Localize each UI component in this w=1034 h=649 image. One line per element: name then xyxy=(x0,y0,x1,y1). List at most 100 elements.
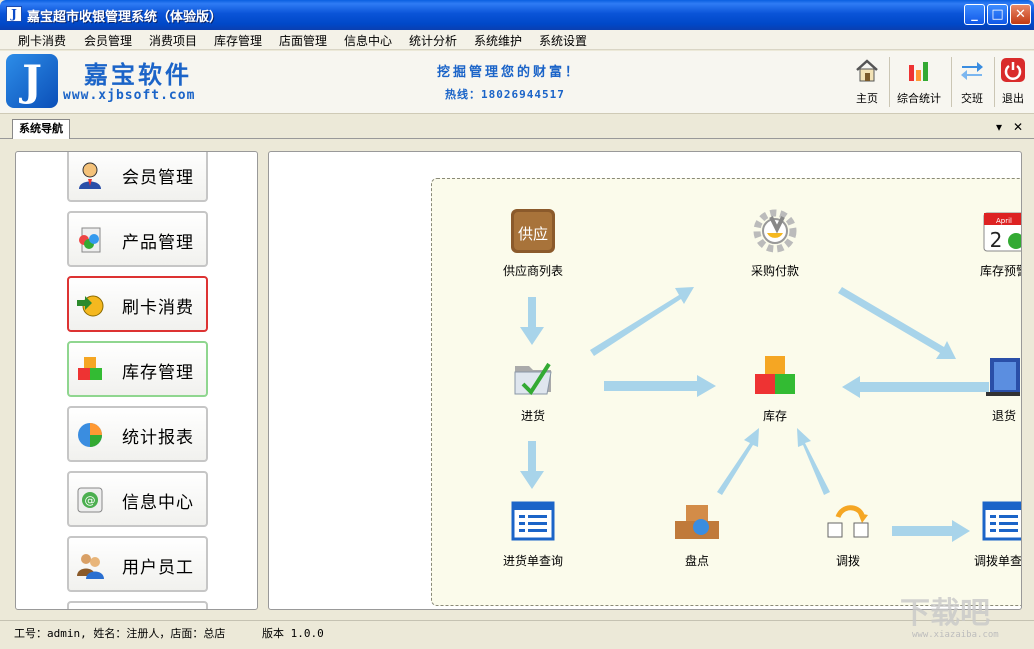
nav-button-reports[interactable]: 统计报表 xyxy=(67,406,208,462)
app-icon: J xyxy=(6,6,22,22)
transfer-icon xyxy=(827,505,869,538)
bar-chart-icon xyxy=(909,62,928,81)
node-label-purchase: 进货 xyxy=(520,409,545,423)
status-user-info: 工号：admin, 姓名：注册人，店面：总店 xyxy=(14,627,226,640)
nav-label-info-center: 信息中心 xyxy=(122,493,194,513)
node-transfer-query[interactable]: 调拨单查询 xyxy=(959,497,1022,569)
close-button[interactable]: ✕ xyxy=(1010,4,1031,25)
node-label-return: 退货 xyxy=(991,409,1016,423)
book-icon xyxy=(986,358,1020,396)
node-stock-warning[interactable]: April 2 库存预警 xyxy=(959,207,1021,279)
logo-text: 嘉宝软件 xyxy=(84,61,192,89)
folder-icon xyxy=(514,362,552,396)
shift-handover-button[interactable]: 交班 xyxy=(956,57,988,109)
users-icon xyxy=(77,554,104,579)
nav-label-inventory: 库存管理 xyxy=(122,363,194,383)
nav-button-member[interactable]: 会员管理 xyxy=(67,152,208,202)
maximize-button[interactable]: □ xyxy=(987,4,1008,25)
navigation-panel: 会员管理 产品管理 刷卡消费 库存管理 统计报表 @ 信息中心 用户员工 xyxy=(15,151,258,610)
node-transfer[interactable]: 调拨 xyxy=(803,497,893,569)
nav-button-product[interactable]: 产品管理 xyxy=(67,211,208,267)
toolbar-divider xyxy=(889,57,890,107)
calendar-day: 2 xyxy=(990,228,1003,252)
nav-button-more[interactable] xyxy=(67,601,208,609)
hotline: 热线：18026944517 xyxy=(445,88,565,101)
menu-item-maintenance[interactable]: 系统维护 xyxy=(474,32,522,49)
boxes-icon xyxy=(755,356,795,394)
payment-gear-icon xyxy=(753,209,797,253)
status-version: 版本 1.0.0 xyxy=(262,627,324,640)
nav-button-info-center[interactable]: @ 信息中心 xyxy=(67,471,208,527)
arrow-icon xyxy=(590,287,694,356)
arrow-icon xyxy=(717,428,759,495)
overall-stats-label: 综合统计 xyxy=(897,92,941,105)
node-supplier-list[interactable]: 供应 供应商列表 xyxy=(488,207,578,279)
node-label-payment: 采购付款 xyxy=(750,264,799,278)
nav-tab-strip: 系统导航 ▾ ✕ xyxy=(0,115,1034,139)
power-icon xyxy=(1001,58,1025,82)
overall-stats-button[interactable]: 综合统计 xyxy=(894,57,944,109)
arrow-icon xyxy=(838,287,956,359)
logo-url: www.xjbsoft.com xyxy=(63,88,196,103)
workflow-diagram: 供应 供应商列表 采购付款 April 2 库存预警 xyxy=(431,178,1022,606)
arrow-icon xyxy=(604,375,716,397)
node-label-purchase-query: 进货单查询 xyxy=(502,554,563,568)
status-bar: 工号：admin, 姓名：注册人，店面：总店 版本 1.0.0 xyxy=(0,620,1034,649)
tab-system-nav[interactable]: 系统导航 xyxy=(12,119,70,139)
watermark-url: www.xiazaiba.com xyxy=(912,630,999,640)
menu-bar: 刷卡消费 会员管理 消费项目 库存管理 店面管理 信息中心 统计分析 系统维护 … xyxy=(0,30,1034,50)
node-label-supplier: 供应商列表 xyxy=(502,264,563,278)
arrow-icon xyxy=(520,297,544,345)
slogan: 挖掘管理您的财富！ xyxy=(437,65,582,80)
shift-handover-label: 交班 xyxy=(961,92,983,105)
window-title: 嘉宝超市收银管理系统（体验版） xyxy=(27,10,223,25)
node-stocktake[interactable]: 盘点 xyxy=(652,497,742,569)
home-label: 主页 xyxy=(856,92,878,105)
pie-chart-icon xyxy=(78,423,102,447)
node-label-inventory: 库存 xyxy=(762,409,787,423)
node-return[interactable]: 退货 xyxy=(959,352,1021,424)
node-label-transfer: 调拨 xyxy=(835,554,860,568)
nav-button-staff[interactable]: 用户员工 xyxy=(67,536,208,592)
menu-item-consume-items[interactable]: 消费项目 xyxy=(149,32,197,49)
supplier-icon: 供应 xyxy=(511,209,555,253)
nav-button-card-consume[interactable]: 刷卡消费 xyxy=(67,276,208,332)
menu-item-member[interactable]: 会员管理 xyxy=(84,32,132,49)
close-icon[interactable]: ✕ xyxy=(1013,120,1023,134)
app-header: J 嘉宝软件 www.xjbsoft.com 挖掘管理您的财富！ 热线：1802… xyxy=(0,51,1034,114)
menu-item-info[interactable]: 信息中心 xyxy=(344,32,392,49)
card-consume-icon xyxy=(77,295,104,317)
toolbar-divider xyxy=(951,57,952,107)
node-inventory[interactable]: 库存 xyxy=(730,352,820,424)
logo-icon: J xyxy=(6,54,58,108)
node-purchase-payment[interactable]: 采购付款 xyxy=(730,207,820,279)
nav-button-inventory[interactable]: 库存管理 xyxy=(67,341,208,397)
minimize-button[interactable]: _ xyxy=(964,4,985,25)
list-window-icon xyxy=(982,501,1021,541)
menu-item-inventory[interactable]: 库存管理 xyxy=(214,32,262,49)
nav-label-card-consume: 刷卡消费 xyxy=(122,298,194,318)
home-button[interactable]: 主页 xyxy=(851,57,883,109)
menu-item-store[interactable]: 店面管理 xyxy=(279,32,327,49)
node-label-stock-warning: 库存预警 xyxy=(979,264,1021,278)
svg-text:@: @ xyxy=(85,494,96,507)
node-label-transfer-query: 调拨单查询 xyxy=(973,554,1022,568)
menu-item-card-consume[interactable]: 刷卡消费 xyxy=(18,32,66,49)
email-icon: @ xyxy=(77,487,103,513)
main-panel: 供应 供应商列表 采购付款 April 2 库存预警 xyxy=(268,151,1022,610)
inventory-icon xyxy=(78,357,102,380)
exit-button[interactable]: 退出 xyxy=(998,57,1028,109)
menu-item-settings[interactable]: 系统设置 xyxy=(539,32,587,49)
nav-label-product: 产品管理 xyxy=(122,233,194,253)
menu-item-statistics[interactable]: 统计分析 xyxy=(409,32,457,49)
node-purchase[interactable]: 进货 xyxy=(488,352,578,424)
swap-icon xyxy=(961,62,983,80)
nav-label-member: 会员管理 xyxy=(122,168,194,188)
toolbar-divider xyxy=(994,57,995,107)
chevron-down-icon[interactable]: ▾ xyxy=(996,120,1002,134)
calendar-month: April xyxy=(996,217,1012,225)
node-purchase-query[interactable]: 进货单查询 xyxy=(488,497,578,569)
calendar-icon: April 2 xyxy=(983,212,1021,252)
nav-label-reports: 统计报表 xyxy=(122,428,194,448)
arrow-icon xyxy=(797,428,830,495)
